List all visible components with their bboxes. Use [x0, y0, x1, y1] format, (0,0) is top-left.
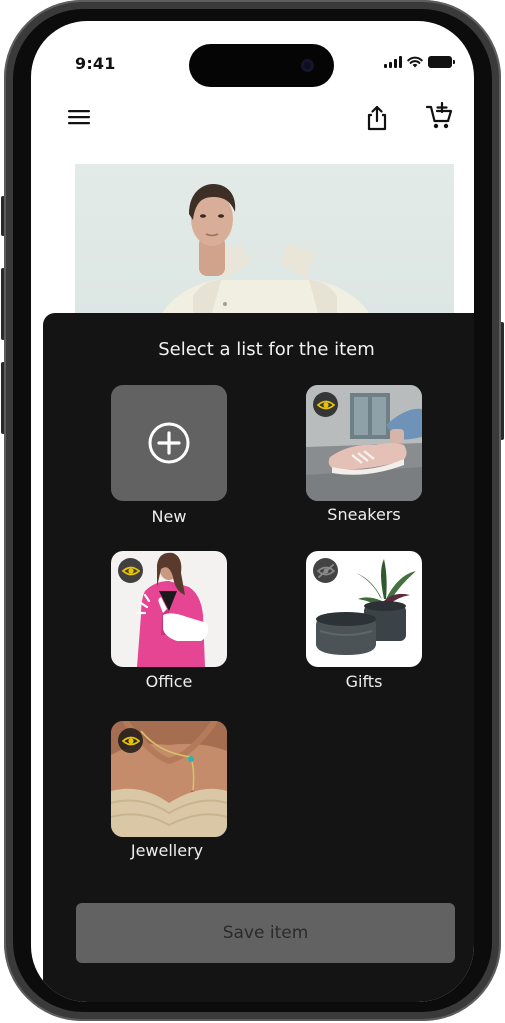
- eye-icon[interactable]: [118, 558, 143, 583]
- share-icon[interactable]: [362, 103, 392, 133]
- cellular-signal-icon: [384, 56, 402, 68]
- list-tile-office[interactable]: [111, 551, 227, 667]
- hamburger-menu-icon[interactable]: [64, 102, 94, 132]
- wifi-icon: [407, 56, 423, 68]
- camera-icon: [301, 59, 314, 72]
- list-label-jewellery: Jewellery: [130, 841, 204, 860]
- phone-frame: 9:41 Select a list for the item New Snea…: [4, 0, 501, 1021]
- list-label-gifts: Gifts: [345, 672, 383, 691]
- status-icons: [384, 55, 455, 69]
- list-label-new: New: [151, 507, 187, 526]
- eye-icon[interactable]: [313, 392, 338, 417]
- dynamic-island: [189, 44, 334, 87]
- add-to-cart-icon[interactable]: [425, 101, 455, 131]
- list-label-sneakers: Sneakers: [327, 505, 401, 524]
- plus-circle-icon: [148, 422, 190, 464]
- select-list-sheet: Select a list for the item New Sneakers …: [43, 313, 474, 1002]
- status-time: 9:41: [75, 54, 116, 73]
- save-item-button[interactable]: Save item: [76, 903, 455, 963]
- screen: 9:41 Select a list for the item New Snea…: [31, 21, 474, 1002]
- sheet-title: Select a list for the item: [158, 339, 375, 360]
- phone-bezel: 9:41 Select a list for the item New Snea…: [13, 9, 492, 1012]
- product-image: [75, 164, 454, 324]
- list-tile-gifts[interactable]: [306, 551, 422, 667]
- list-label-office: Office: [145, 672, 193, 691]
- eye-icon[interactable]: [118, 728, 143, 753]
- list-tile-sneakers[interactable]: [306, 385, 422, 501]
- list-tile-jewellery[interactable]: [111, 721, 227, 837]
- battery-icon: [428, 56, 455, 68]
- new-list-button[interactable]: [111, 385, 227, 501]
- eye-off-icon[interactable]: [313, 558, 338, 583]
